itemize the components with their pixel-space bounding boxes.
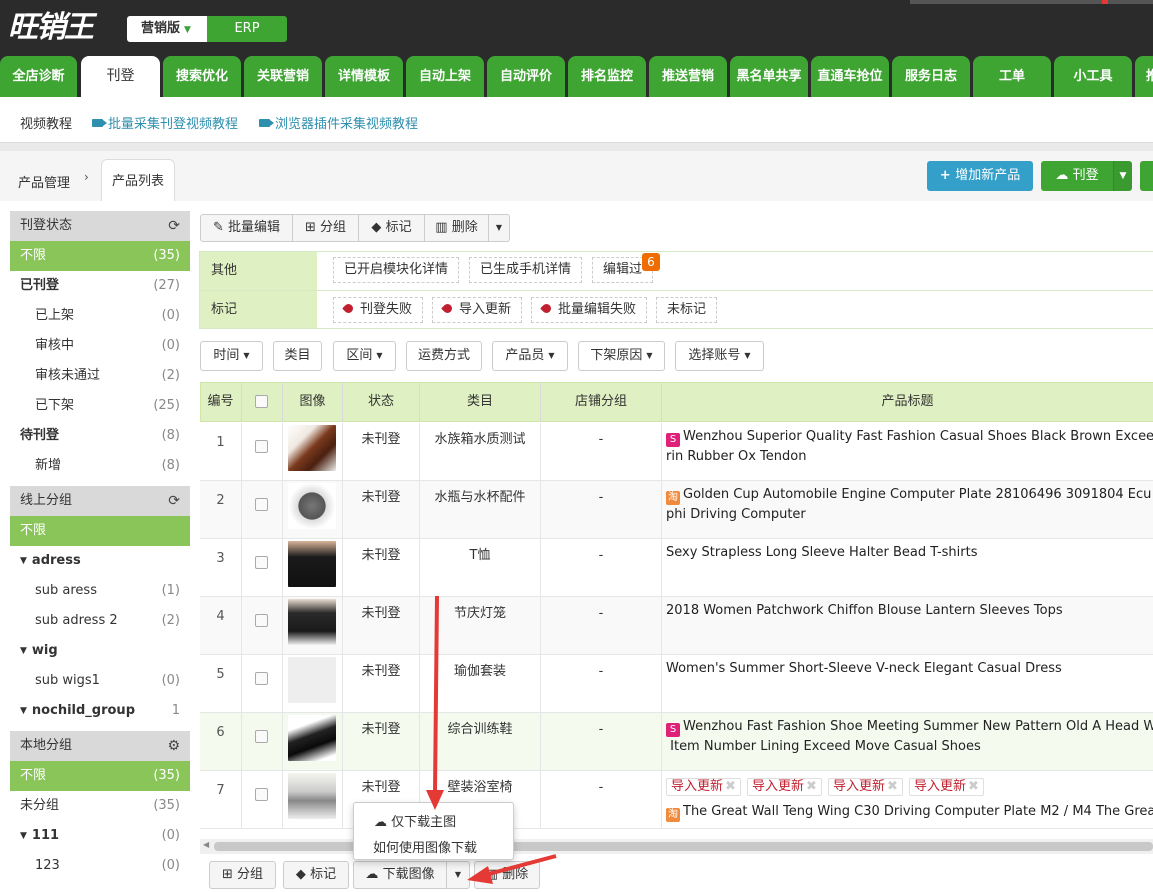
red-arrow-down [426,595,444,810]
red-arrow-left [467,854,557,884]
annotation-arrows [426,595,557,884]
